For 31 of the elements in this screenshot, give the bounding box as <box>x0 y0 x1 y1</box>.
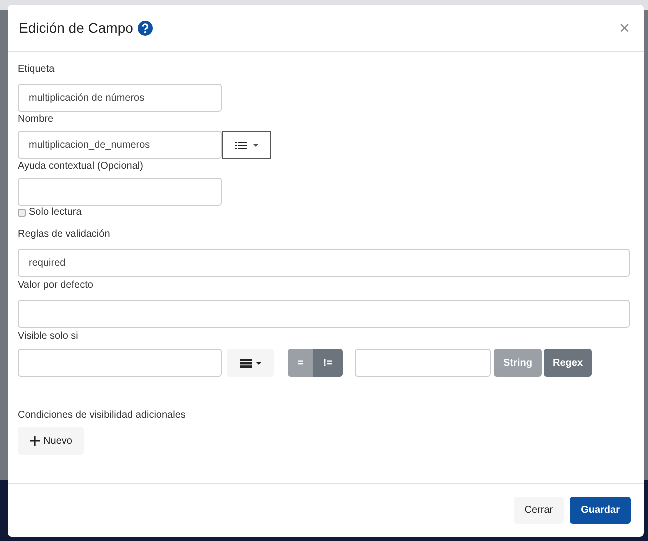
list-icon <box>240 358 252 368</box>
caret-icon <box>256 362 262 364</box>
checkbox-label: Solo lectura <box>29 207 82 218</box>
field-label: Nombre <box>18 114 55 126</box>
text-field[interactable] <box>18 300 630 328</box>
text-field[interactable]: required <box>18 249 630 277</box>
field-label: Visible solo si <box>18 331 80 343</box>
caret-icon <box>252 144 258 146</box>
help-icon[interactable] <box>138 20 154 36</box>
plus-icon <box>30 436 40 446</box>
text-field[interactable] <box>18 349 222 377</box>
checkbox[interactable] <box>18 208 26 216</box>
toggle-button[interactable]: Regex <box>544 349 592 377</box>
save-button[interactable]: Guardar <box>570 497 631 524</box>
text-field[interactable] <box>18 178 222 206</box>
close-text-button[interactable]: Cerrar <box>514 497 564 524</box>
dialog-title: Edición de Campo <box>19 20 134 36</box>
field-label: Ayuda contextual (Opcional) <box>18 161 144 173</box>
list-menu-button[interactable] <box>227 349 274 377</box>
list-icon <box>234 140 246 150</box>
field-label: Etiqueta <box>18 64 56 76</box>
field-label: Reglas de validación <box>18 229 112 241</box>
text-field[interactable]: multiplicacion_de_numeros <box>18 131 222 159</box>
section-label: Condiciones de visibilidad adicionales <box>18 410 187 422</box>
text-field[interactable]: multiplicación de números <box>18 84 222 112</box>
field-label: Valor por defecto <box>18 280 94 292</box>
new-button[interactable]: Nuevo <box>18 427 84 455</box>
text-field[interactable] <box>355 349 491 377</box>
format-menu-button[interactable] <box>222 131 271 159</box>
toggle-button[interactable]: != <box>313 349 343 377</box>
close-button[interactable]: × <box>615 18 634 38</box>
